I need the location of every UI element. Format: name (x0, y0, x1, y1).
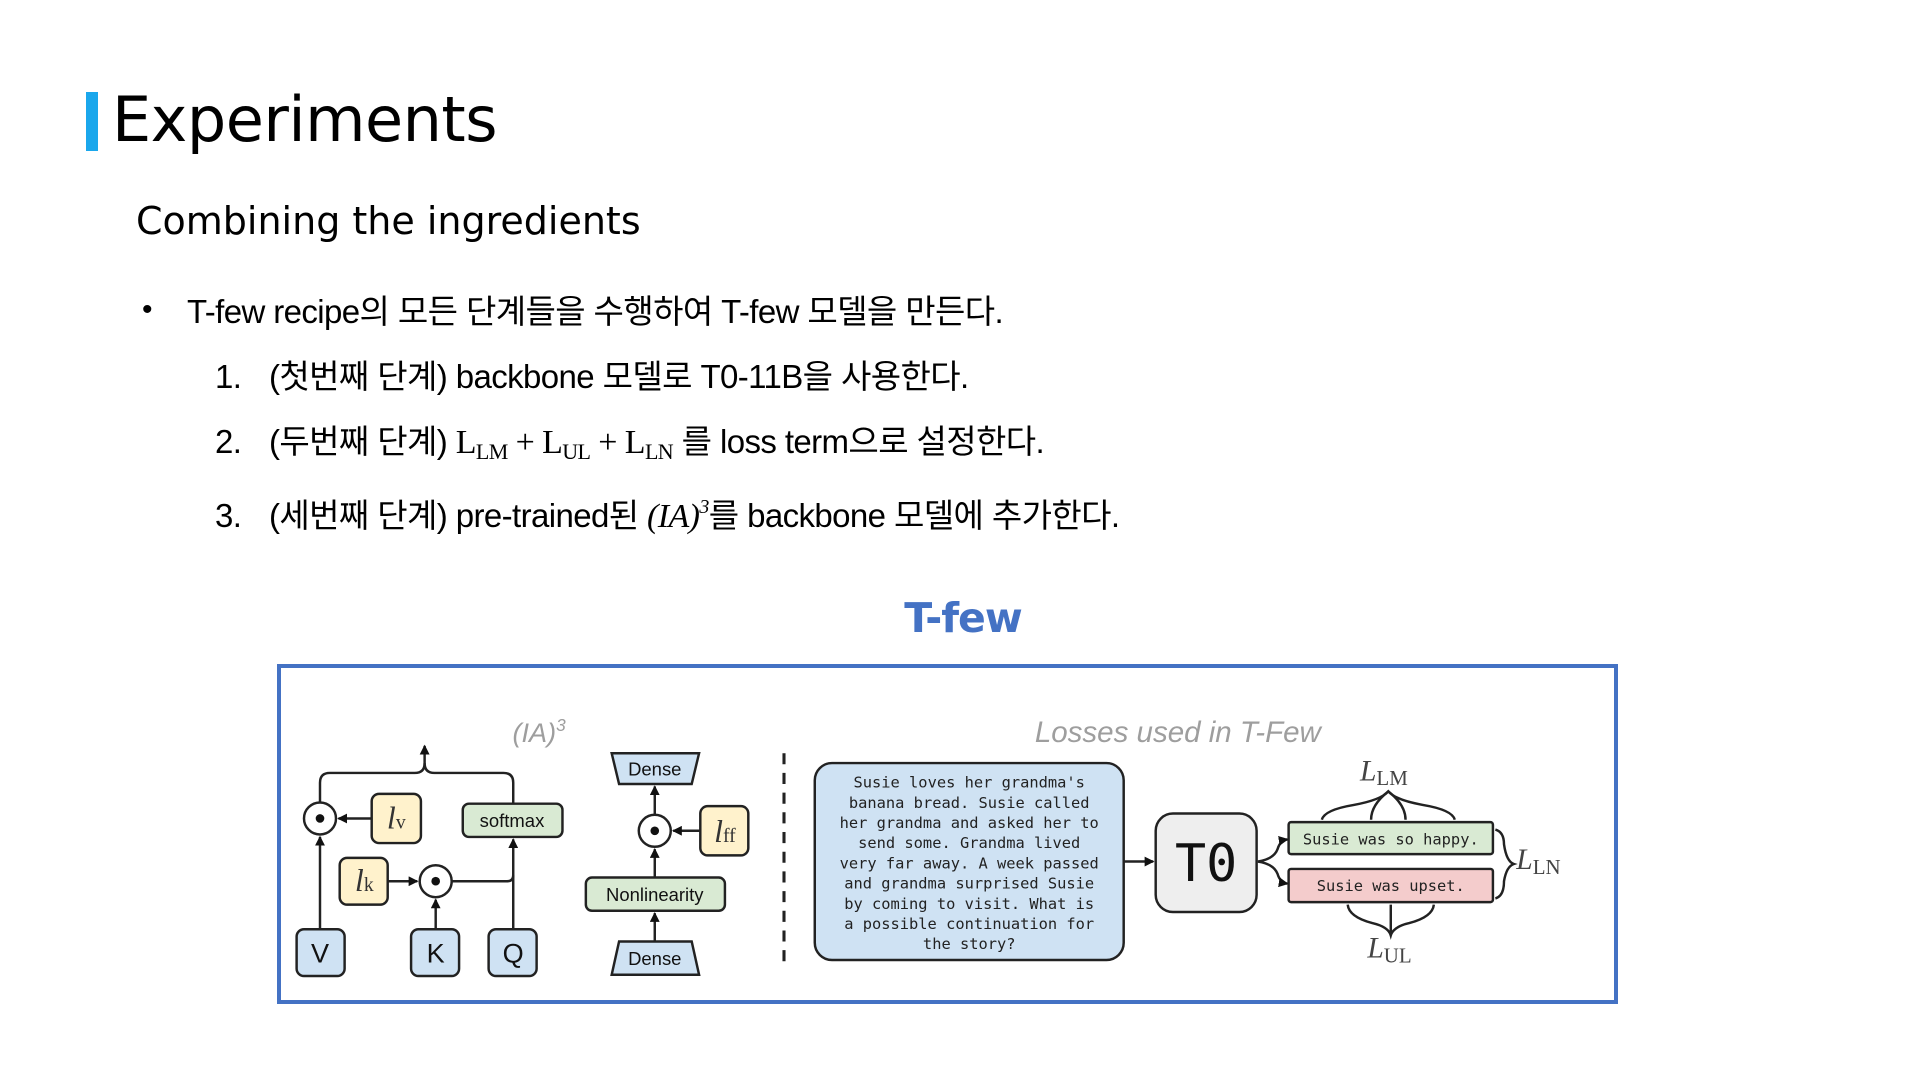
t0-label: T0 (1175, 834, 1237, 894)
ia3-label: (IA)3 (512, 715, 566, 748)
ln-brace (1494, 828, 1518, 900)
nonlinearity-label: Nonlinearity (606, 884, 704, 905)
softmax-label: softmax (480, 810, 545, 831)
k-label: K (427, 937, 445, 968)
story-line: her grandma and asked her to (840, 814, 1099, 832)
story-line: by coming to visit. What is (844, 895, 1094, 913)
story-line: and grandma surprised Susie (844, 875, 1094, 893)
lm-brace-outer (1320, 789, 1456, 821)
loss-lm-label: LLM (1359, 755, 1408, 790)
t0-to-upset-arrow (1257, 860, 1289, 888)
v-label: V (311, 937, 329, 968)
story-line: Susie loves her grandma's (854, 774, 1085, 792)
story-line: banana bread. Susie called (849, 794, 1090, 812)
losses-label: Losses used in T-Few (1035, 716, 1323, 749)
answer-happy-label: Susie was so happy. (1303, 830, 1479, 848)
tfew-diagram: (IA)3 Losses used in T-Few lv lk lff sof… (295, 715, 1561, 978)
story-line: very far away. A week passed (840, 854, 1099, 872)
t0-to-happy-arrow (1257, 835, 1289, 863)
answer-upset-label: Susie was upset. (1317, 877, 1465, 895)
story-line: a possible continuation for (844, 915, 1094, 933)
dense-top-label: Dense (628, 758, 681, 779)
story-line: the story? (923, 935, 1016, 953)
story-line: send some. Grandma lived (858, 834, 1080, 852)
lm-brace-inner (1369, 789, 1407, 820)
k-to-softmax-line (451, 875, 515, 883)
loss-ul-label: LUL (1366, 933, 1411, 968)
dense-bottom-label: Dense (628, 948, 681, 969)
loss-ln-label: LLN (1515, 844, 1560, 879)
q-label: Q (503, 937, 524, 968)
story-prompt-text: Susie loves her grandma's banana bread. S… (840, 774, 1099, 953)
